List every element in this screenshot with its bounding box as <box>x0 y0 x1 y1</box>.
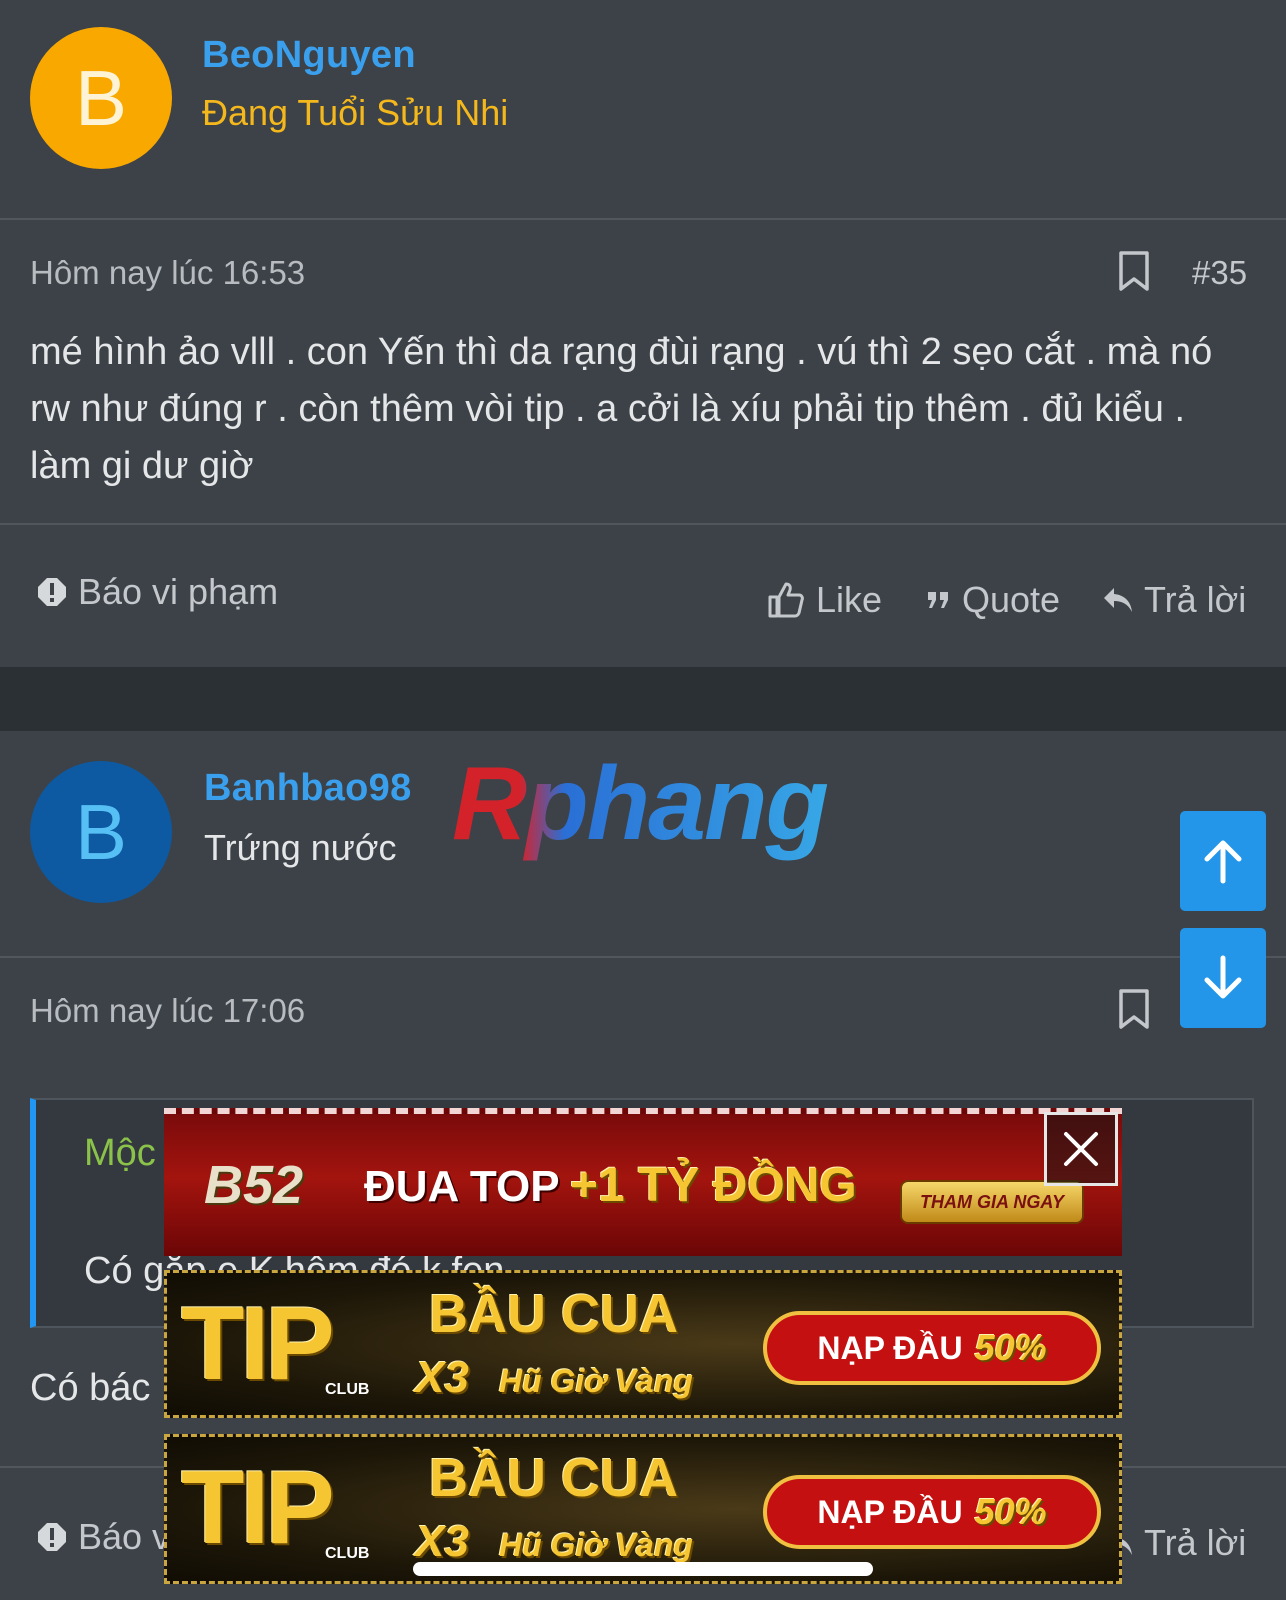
quote-author-link[interactable]: Mộc <box>84 1132 156 1175</box>
post-1-header: B BeoNguyen Đang Tuổi Sửu Nhi <box>0 0 1286 218</box>
avatar-letter: B <box>74 54 128 142</box>
tip-title: BẦU CUA <box>429 1284 678 1344</box>
b52-cta-button[interactable]: THAM GIA NGAY <box>900 1180 1084 1224</box>
tip-subtitle: Hũ Giờ Vàng <box>499 1527 693 1563</box>
username-link[interactable]: Banhbao98 <box>204 767 412 810</box>
post-timestamp[interactable]: Hôm nay lúc 17:06 <box>30 992 305 1030</box>
report-label: Báo v <box>78 1516 171 1557</box>
reply-label: Trả lời <box>1144 1522 1247 1563</box>
tip-subtitle-x3: X3 <box>415 1353 469 1402</box>
user-title: Đang Tuổi Sửu Nhi <box>202 92 509 133</box>
watermark-logo: Rphang <box>452 746 829 862</box>
bookmark-icon[interactable] <box>1118 250 1150 297</box>
avatar-letter: B <box>74 788 128 876</box>
tip-deposit-button[interactable]: NẠP ĐẦU 50% <box>763 1475 1101 1549</box>
report-link[interactable]: Báo vi phạm <box>36 571 278 613</box>
tip-logo-sub: CLUB <box>325 1381 370 1398</box>
quote-icon <box>928 592 948 608</box>
b52-headline: ĐUA TOP <box>364 1162 560 1211</box>
tip-logo: TIP <box>181 1450 335 1566</box>
arrow-down-icon <box>1204 955 1242 999</box>
tip-subtitle-x3: X3 <box>415 1517 469 1566</box>
post-1-body: Hôm nay lúc 16:53 #35 mé hình ảo vlll . … <box>0 220 1286 523</box>
b52-prize: +1 TỶ ĐỒNG <box>570 1159 857 1212</box>
post-content: Có bác <box>30 1367 151 1409</box>
quote-label: Quote <box>962 579 1061 620</box>
post-content: mé hình ảo vlll . con Yến thì da rạng đù… <box>30 331 1213 487</box>
ad-banner-b52[interactable]: B52 ĐUA TOP +1 TỶ ĐỒNG THAM GIA NGAY <box>164 1108 1122 1256</box>
tip-title: BẦU CUA <box>429 1448 678 1508</box>
post-timestamp[interactable]: Hôm nay lúc 16:53 <box>30 254 305 292</box>
reply-button[interactable]: Trả lời <box>1102 579 1246 621</box>
avatar[interactable]: B <box>30 27 172 169</box>
like-label: Like <box>816 579 883 620</box>
like-button[interactable]: Like <box>766 579 882 621</box>
tip-deposit-button[interactable]: NẠP ĐẦU 50% <box>763 1311 1101 1385</box>
pill-label: NẠP ĐẦU <box>817 1329 963 1366</box>
reply-icon <box>1104 588 1132 612</box>
pill-percent: 50% <box>974 1491 1047 1532</box>
close-ad-button[interactable] <box>1044 1112 1118 1186</box>
close-icon <box>1064 1132 1098 1166</box>
scroll-bottom-button[interactable] <box>1180 928 1266 1028</box>
warning-icon <box>38 1523 66 1551</box>
user-title: Trứng nước <box>204 827 397 868</box>
quote-button[interactable]: Quote <box>926 579 1060 621</box>
post-2-header: B Banhbao98 Trứng nước Rphang <box>0 731 1286 956</box>
arrow-up-icon <box>1204 840 1242 884</box>
warning-icon <box>38 578 66 606</box>
reply-label: Trả lời <box>1144 579 1247 620</box>
scroll-top-button[interactable] <box>1180 811 1266 911</box>
post-1-actions: Báo vi phạm Like Quote Trả lời <box>0 525 1286 667</box>
username-link[interactable]: BeoNguyen <box>202 34 416 77</box>
tip-logo: TIP <box>181 1286 335 1402</box>
pill-label: NẠP ĐẦU <box>817 1493 963 1530</box>
post-number-link[interactable]: #35 <box>1192 254 1247 292</box>
bookmark-icon[interactable] <box>1118 988 1150 1035</box>
thumbs-up-icon <box>768 582 804 618</box>
pill-percent: 50% <box>974 1327 1047 1368</box>
b52-logo: B52 <box>204 1155 304 1215</box>
report-link[interactable]: Báo v <box>36 1516 170 1558</box>
tip-subtitle: Hũ Giờ Vàng <box>499 1363 693 1399</box>
tip-logo-sub: CLUB <box>325 1545 370 1562</box>
avatar[interactable]: B <box>30 761 172 903</box>
ad-banner-tip[interactable]: TIP CLUB BẦU CUA X3 Hũ Giờ Vàng NẠP ĐẦU … <box>164 1270 1122 1418</box>
report-label: Báo vi phạm <box>78 571 279 612</box>
home-indicator[interactable] <box>413 1562 873 1576</box>
reply-button[interactable]: Trả lời <box>1102 1522 1246 1564</box>
